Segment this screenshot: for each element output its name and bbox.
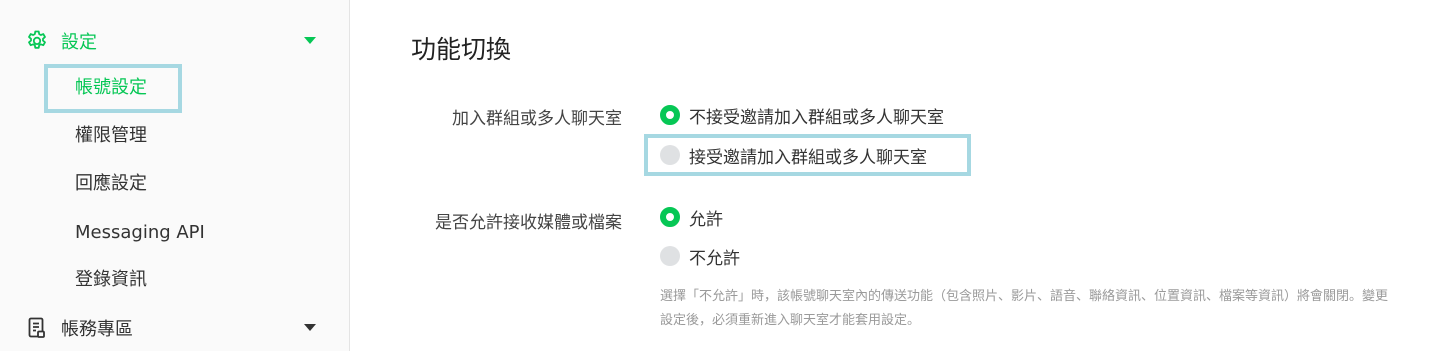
radio-label: 接受邀請加入群組或多人聊天室 <box>689 147 927 168</box>
caret-down-icon[interactable] <box>304 324 316 331</box>
sidebar-item-response-settings[interactable]: 回應設定 <box>75 171 147 197</box>
radio-selected-icon[interactable] <box>660 207 680 227</box>
help-note: 選擇「不允許」時，該帳號聊天室內的傳送功能（包含照片、影片、語音、聯絡資訊、位置… <box>660 289 1389 328</box>
radio-accept-group-invite[interactable]: 接受邀請加入群組或多人聊天室 <box>660 143 927 168</box>
radio-allow-media[interactable]: 允許 <box>660 205 723 230</box>
sidebar-item-account-settings[interactable]: 帳號設定 <box>75 75 147 101</box>
sidebar-item-permissions[interactable]: 權限管理 <box>75 123 147 149</box>
sidebar-item-registration-info[interactable]: 登錄資訊 <box>75 267 147 293</box>
setting-label-media: 是否允許接收媒體或檔案 <box>435 213 622 233</box>
sidebar-section-settings[interactable]: 設定 <box>0 21 349 61</box>
radio-label: 允許 <box>689 209 723 230</box>
radio-decline-group-invite[interactable]: 不接受邀請加入群組或多人聊天室 <box>660 103 944 128</box>
document-icon <box>25 316 49 340</box>
caret-down-icon[interactable] <box>304 37 316 44</box>
radio-selected-icon[interactable] <box>660 105 680 125</box>
radio-unselected-icon[interactable] <box>660 145 680 165</box>
setting-label-group-chat: 加入群組或多人聊天室 <box>452 109 622 129</box>
radio-unselected-icon[interactable] <box>660 246 680 266</box>
radio-disallow-media[interactable]: 不允許 <box>660 244 740 269</box>
sidebar-section-account[interactable]: 帳務專區 <box>0 308 349 348</box>
radio-label: 不允許 <box>689 248 740 269</box>
gear-icon <box>25 29 49 53</box>
sidebar-item-messaging-api[interactable]: Messaging API <box>75 220 205 246</box>
sidebar: 設定 帳號設定 權限管理 回應設定 Messaging API 登錄資訊 帳務專… <box>0 0 350 351</box>
sidebar-section-label: 設定 <box>61 32 97 53</box>
radio-label: 不接受邀請加入群組或多人聊天室 <box>689 107 944 128</box>
page-title: 功能切換 <box>411 35 512 64</box>
sidebar-section-label: 帳務專區 <box>61 319 133 340</box>
